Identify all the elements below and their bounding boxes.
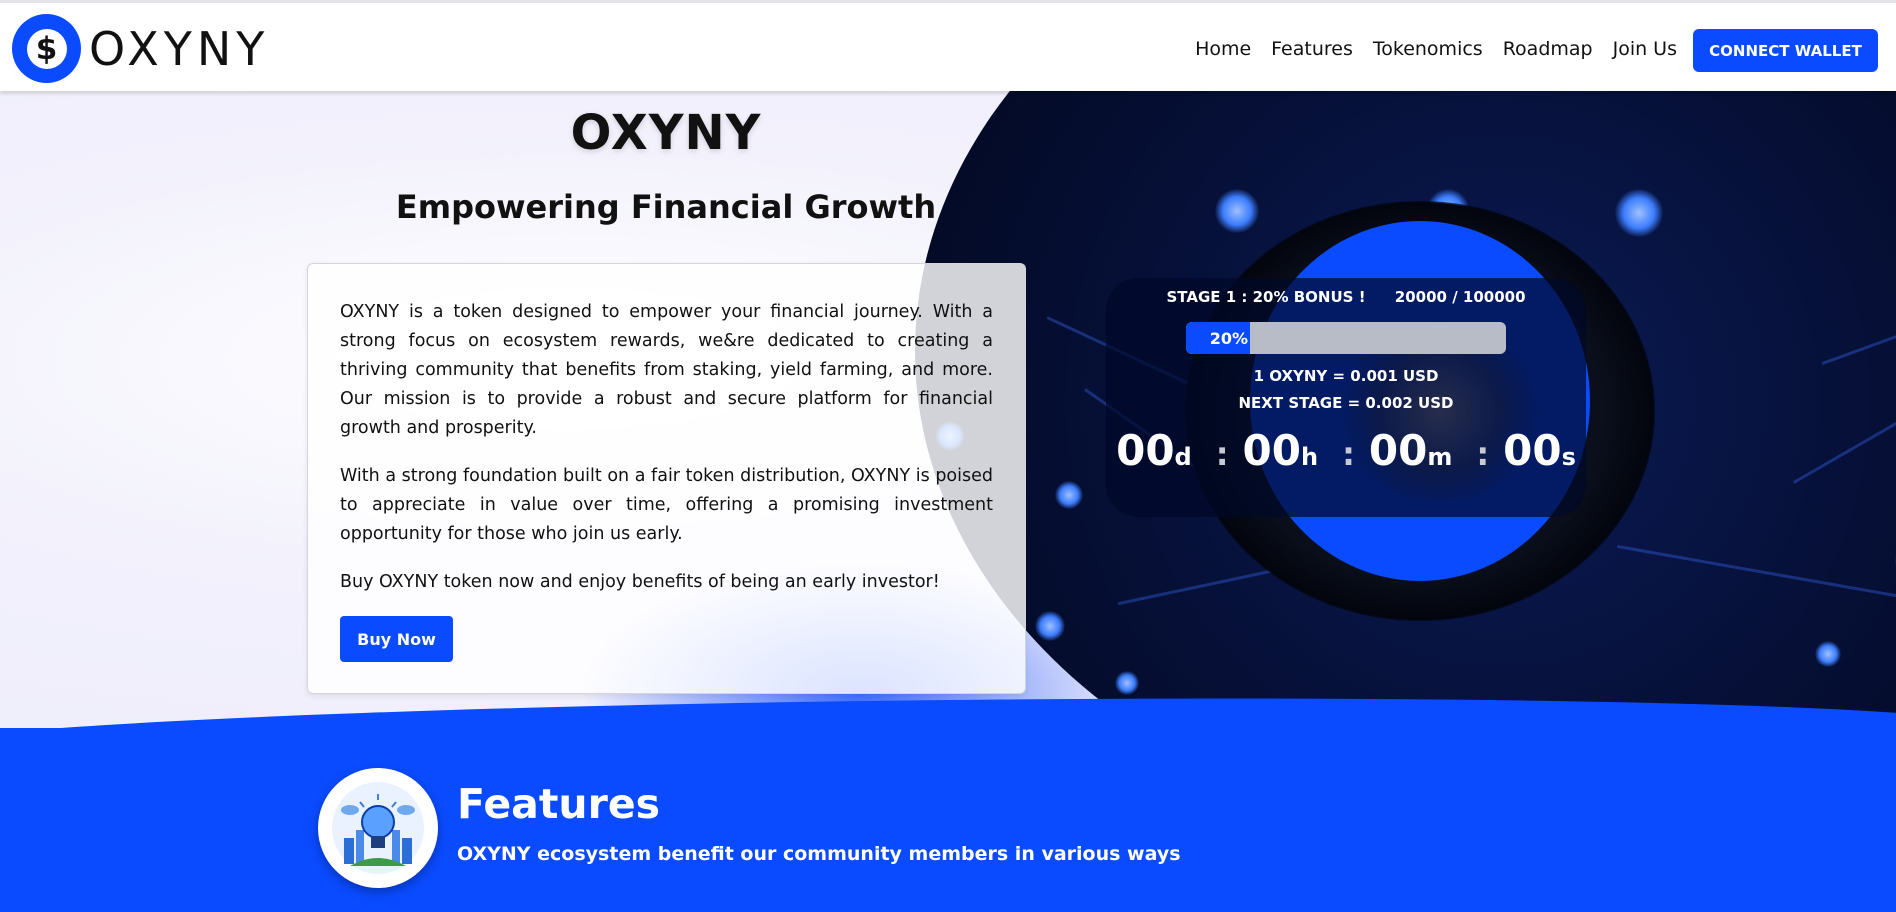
features-title: Features <box>457 780 661 828</box>
countdown-days-unit: d <box>1174 443 1192 471</box>
sold-count: 20000 / 100000 <box>1394 288 1526 306</box>
nav-home[interactable]: Home <box>1195 37 1251 61</box>
logo-icon[interactable]: $ <box>12 14 81 83</box>
countdown-timer: 00 d : 00 h : 00 m : 00 s <box>1106 426 1586 475</box>
brand-name[interactable]: OXYNY <box>89 21 269 77</box>
countdown-separator: : <box>1342 435 1355 473</box>
stage-label: STAGE 1 : 20% BONUS ! <box>1166 288 1366 306</box>
progress-fill: 20% <box>1186 322 1250 354</box>
countdown-minutes: 00 <box>1368 426 1428 475</box>
countdown-hours: 00 <box>1242 426 1301 475</box>
features-subtitle: OXYNY ecosystem benefit our community me… <box>457 843 1181 865</box>
features-band <box>0 728 1896 912</box>
countdown-separator: : <box>1215 435 1229 473</box>
intro-paragraph-3: Buy OXYNY token now and enjoy benefits o… <box>340 572 940 592</box>
hero-subtitle: Empowering Financial Growth <box>395 188 937 226</box>
countdown-seconds: 00 <box>1503 426 1562 475</box>
main-nav: Home Features Tokenomics Roadmap Join Us <box>1175 37 1677 61</box>
nav-roadmap[interactable]: Roadmap <box>1503 37 1593 61</box>
nav-join-us[interactable]: Join Us <box>1613 37 1677 61</box>
nav-features[interactable]: Features <box>1271 37 1353 61</box>
countdown-minutes-unit: m <box>1427 443 1453 471</box>
site-header: $ OXYNY Home Features Tokenomics Roadmap… <box>0 0 1896 91</box>
dollar-icon: $ <box>26 28 67 69</box>
next-stage-label: NEXT STAGE = 0.002 USD <box>1238 394 1454 412</box>
stage-row: STAGE 1 : 20% BONUS ! 20000 / 100000 <box>1106 288 1586 306</box>
presale-progress-bar: 20% <box>1186 322 1506 354</box>
countdown-separator: : <box>1476 435 1490 473</box>
intro-paragraph-1: OXYNY is a token designed to empower you… <box>340 302 993 438</box>
countdown-hours-unit: h <box>1300 443 1319 471</box>
buy-now-button[interactable]: Buy Now <box>340 616 453 662</box>
price-label: 1 OXYNY = 0.001 USD <box>1253 367 1439 385</box>
intro-paragraph-2: With a strong foundation built on a fair… <box>340 466 993 544</box>
intro-card: OXYNY is a token designed to empower you… <box>307 263 1026 694</box>
countdown-days: 00 <box>1116 426 1175 475</box>
hero-title: OXYNY <box>570 105 762 161</box>
connect-wallet-button[interactable]: CONNECT WALLET <box>1693 29 1878 72</box>
lightbulb-icon <box>318 768 438 888</box>
presale-widget: STAGE 1 : 20% BONUS ! 20000 / 100000 20%… <box>1106 278 1586 517</box>
countdown-seconds-unit: s <box>1561 443 1576 471</box>
progress-label: 20% <box>1209 328 1248 348</box>
nav-tokenomics[interactable]: Tokenomics <box>1373 37 1483 61</box>
